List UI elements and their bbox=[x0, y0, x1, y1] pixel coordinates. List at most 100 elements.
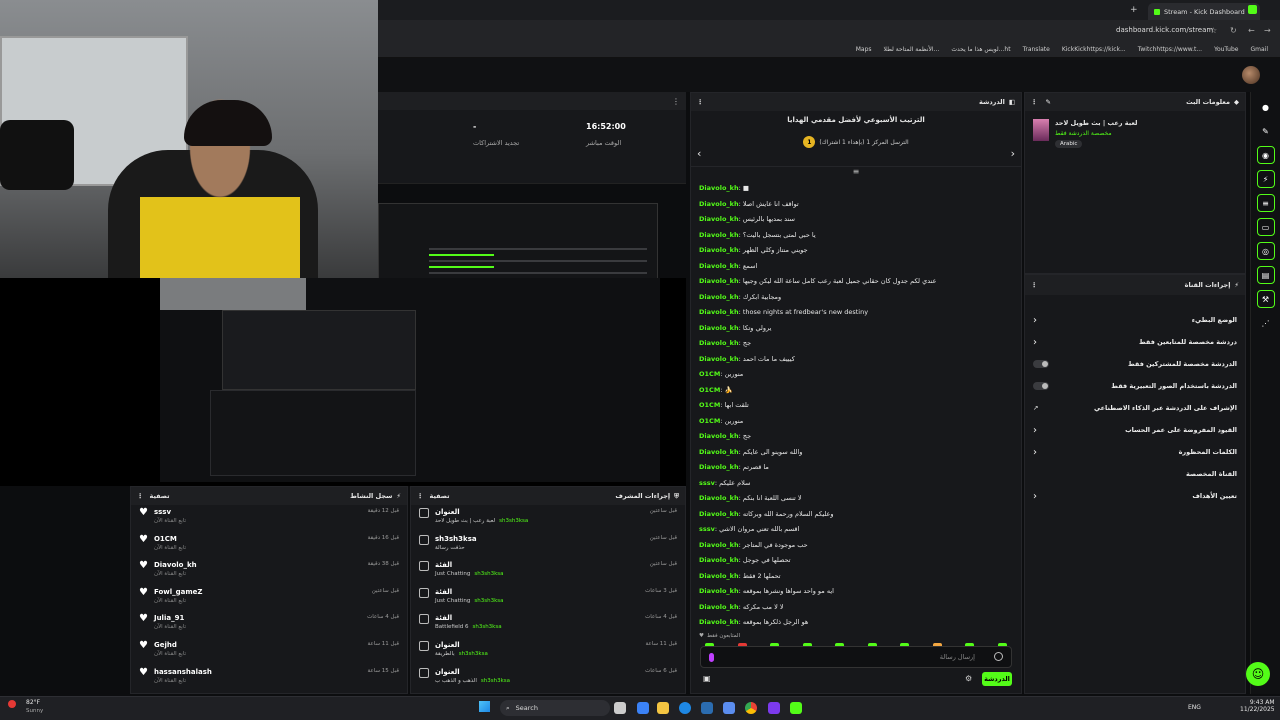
chat-username[interactable]: Diavolo_kh bbox=[699, 556, 739, 564]
feed-username[interactable]: sssv bbox=[154, 508, 186, 516]
edge-icon[interactable] bbox=[679, 702, 691, 714]
forward-icon[interactable]: → bbox=[1264, 26, 1271, 35]
chat-input[interactable]: إرسال رسالة bbox=[700, 646, 1012, 668]
kick-app-icon[interactable] bbox=[790, 702, 802, 714]
channel-action-row[interactable]: › الكلمات المحظورة bbox=[1025, 441, 1245, 463]
chevron-left-icon[interactable]: ‹ bbox=[697, 147, 701, 160]
menu-icon[interactable]: ⋮ bbox=[417, 492, 424, 500]
stats-menu-icon[interactable]: ⋮ bbox=[672, 97, 680, 106]
chat-username[interactable]: Diavolo_kh bbox=[699, 355, 739, 363]
chat-username[interactable]: Diavolo_kh bbox=[699, 494, 739, 502]
bookmark-kick[interactable]: KickKickhttps://kick... bbox=[1062, 46, 1126, 53]
chat-username[interactable]: O1CM bbox=[699, 417, 720, 425]
clock[interactable]: 9:43 AM 11/22/2025 bbox=[1240, 699, 1275, 713]
channel-action-row[interactable]: ↗ الإشراف على الدردشة عبر الذكاء الاصطناع… bbox=[1025, 397, 1245, 419]
chat-username[interactable]: Diavolo_kh bbox=[699, 510, 739, 518]
file-explorer-icon[interactable] bbox=[657, 702, 669, 714]
toggle-switch[interactable] bbox=[1033, 382, 1049, 390]
chat-username[interactable]: sssv bbox=[699, 525, 715, 533]
menu-icon[interactable]: ⋮ bbox=[697, 98, 704, 106]
wrench-icon[interactable]: ⚒ bbox=[1256, 290, 1275, 308]
broadcast-icon[interactable]: ◎ bbox=[1256, 242, 1275, 260]
chat-username[interactable]: Diavolo_kh bbox=[699, 463, 739, 471]
chat-username[interactable]: Diavolo_kh bbox=[699, 200, 739, 208]
channel-action-row[interactable]: الدردشة مخصصة للمشتركين فقط bbox=[1025, 353, 1245, 375]
feed-username[interactable]: Diavolo_kh bbox=[154, 561, 197, 569]
feed-username[interactable]: hassanshalash bbox=[154, 668, 212, 676]
gift-icon[interactable]: ▣ bbox=[703, 674, 711, 683]
chat-username[interactable]: Diavolo_kh bbox=[699, 262, 739, 270]
store-icon[interactable] bbox=[701, 702, 713, 714]
edit-icon[interactable]: ✎ bbox=[1046, 98, 1051, 106]
chat-username[interactable]: Diavolo_kh bbox=[699, 541, 739, 549]
share-icon[interactable]: ⋰ bbox=[1257, 314, 1275, 332]
feed-username[interactable]: Gejhd bbox=[154, 641, 186, 649]
emoji-icon[interactable] bbox=[994, 652, 1003, 661]
bookmark-maps[interactable]: Maps bbox=[856, 46, 872, 53]
chrome-icon[interactable] bbox=[745, 702, 757, 714]
bookmark-3[interactable]: لويس هذا ما يحدث...ht bbox=[951, 46, 1010, 53]
task-view-icon[interactable] bbox=[614, 702, 626, 714]
menu-icon[interactable]: ⋮ bbox=[137, 492, 144, 500]
info-circle-icon[interactable]: ● bbox=[1257, 98, 1275, 116]
channel-action-row[interactable]: › تعيين الأهداف bbox=[1025, 485, 1245, 507]
chat-username[interactable]: O1CM bbox=[699, 401, 720, 409]
settings-icon[interactable]: ⚙ bbox=[965, 674, 972, 683]
bookmark-2[interactable]: الأنظمة المتاحة لطلا... bbox=[884, 46, 940, 53]
channel-action-row[interactable]: › دردشة مخصصة للمتابعين فقط bbox=[1025, 331, 1245, 353]
chat-username[interactable]: sssv bbox=[699, 479, 715, 487]
chat-username[interactable]: Diavolo_kh bbox=[699, 293, 739, 301]
camera-icon[interactable]: ◉ bbox=[1256, 146, 1275, 164]
chat-bubble-icon[interactable]: ▭ bbox=[1256, 218, 1275, 236]
stream-category[interactable]: مخصصة الدردشة فقط bbox=[1055, 130, 1138, 137]
mail-icon[interactable] bbox=[723, 702, 735, 714]
chevron-right-icon[interactable]: › bbox=[1011, 147, 1015, 160]
mod-item-by[interactable]: sh3sh3ksa bbox=[481, 678, 510, 684]
chat-username[interactable]: Diavolo_kh bbox=[699, 603, 739, 611]
user-avatar[interactable] bbox=[1242, 66, 1260, 84]
channel-action-row[interactable]: الدردشة باستخدام الصور التعبيرية فقط bbox=[1025, 375, 1245, 397]
reload-icon[interactable]: ↻ bbox=[1230, 26, 1237, 35]
browser-tab[interactable]: Stream - Kick Dashboard × bbox=[1148, 3, 1260, 20]
feed-username[interactable]: Julia_91 bbox=[154, 614, 186, 622]
taskbar-search[interactable]: ⌕ Search bbox=[500, 700, 610, 716]
pen-icon[interactable]: ✎ bbox=[1257, 122, 1275, 140]
mod-item-by[interactable]: sh3sh3ksa bbox=[474, 571, 503, 577]
chat-username[interactable]: Diavolo_kh bbox=[699, 215, 739, 223]
obs-icon[interactable] bbox=[768, 702, 780, 714]
send-chat-button[interactable]: الدردشة bbox=[982, 672, 1012, 686]
bookmark-twitch[interactable]: Twitchhttps://www.t... bbox=[1138, 46, 1202, 53]
chat-username[interactable]: Diavolo_kh bbox=[699, 572, 739, 580]
copilot-icon[interactable] bbox=[637, 702, 649, 714]
mod-item-by[interactable]: sh3sh3ksa bbox=[474, 598, 503, 604]
mic-icon[interactable] bbox=[709, 653, 714, 662]
chat-username[interactable]: O1CM bbox=[699, 370, 720, 378]
windows-start-icon[interactable] bbox=[479, 701, 490, 712]
bolt-icon[interactable]: ⚡ bbox=[1256, 170, 1275, 188]
chat-username[interactable]: Diavolo_kh bbox=[699, 587, 739, 595]
star-icon[interactable]: ☆ bbox=[1210, 26, 1217, 35]
chat-username[interactable]: Diavolo_kh bbox=[699, 339, 739, 347]
chat-username[interactable]: Diavolo_kh bbox=[699, 277, 739, 285]
chat-username[interactable]: Diavolo_kh bbox=[699, 231, 739, 239]
weather-temp[interactable]: 82°F bbox=[26, 699, 40, 706]
bookmark-translate[interactable]: Translate bbox=[1023, 46, 1050, 53]
chat-filter-icon[interactable]: ≡ bbox=[691, 167, 1021, 181]
menu-icon[interactable]: ⋮ bbox=[1031, 98, 1038, 106]
mod-item-by[interactable]: sh3sh3ksa bbox=[472, 624, 501, 630]
mod-item-by[interactable]: sh3sh3ksa bbox=[499, 518, 528, 524]
new-tab-icon[interactable]: + bbox=[1130, 5, 1138, 15]
help-chat-button[interactable]: ☺ bbox=[1246, 662, 1270, 686]
chat-username[interactable]: Diavolo_kh bbox=[699, 246, 739, 254]
bookmark-gmail[interactable]: Gmail bbox=[1250, 46, 1268, 53]
back-icon[interactable]: ← bbox=[1248, 26, 1255, 35]
filter-button[interactable]: تصفية bbox=[150, 492, 170, 500]
list-icon[interactable]: ≡ bbox=[1256, 194, 1275, 212]
chat-username[interactable]: Diavolo_kh bbox=[699, 448, 739, 456]
server-icon[interactable]: ▤ bbox=[1256, 266, 1275, 284]
bookmark-youtube[interactable]: YouTube bbox=[1214, 46, 1238, 53]
feed-username[interactable]: O1CM bbox=[154, 535, 186, 543]
channel-action-row[interactable]: › القيود المفروضة على عمر الحساب bbox=[1025, 419, 1245, 441]
chat-username[interactable]: Diavolo_kh bbox=[699, 184, 739, 192]
channel-action-row[interactable]: › الوضع البطيء bbox=[1025, 309, 1245, 331]
